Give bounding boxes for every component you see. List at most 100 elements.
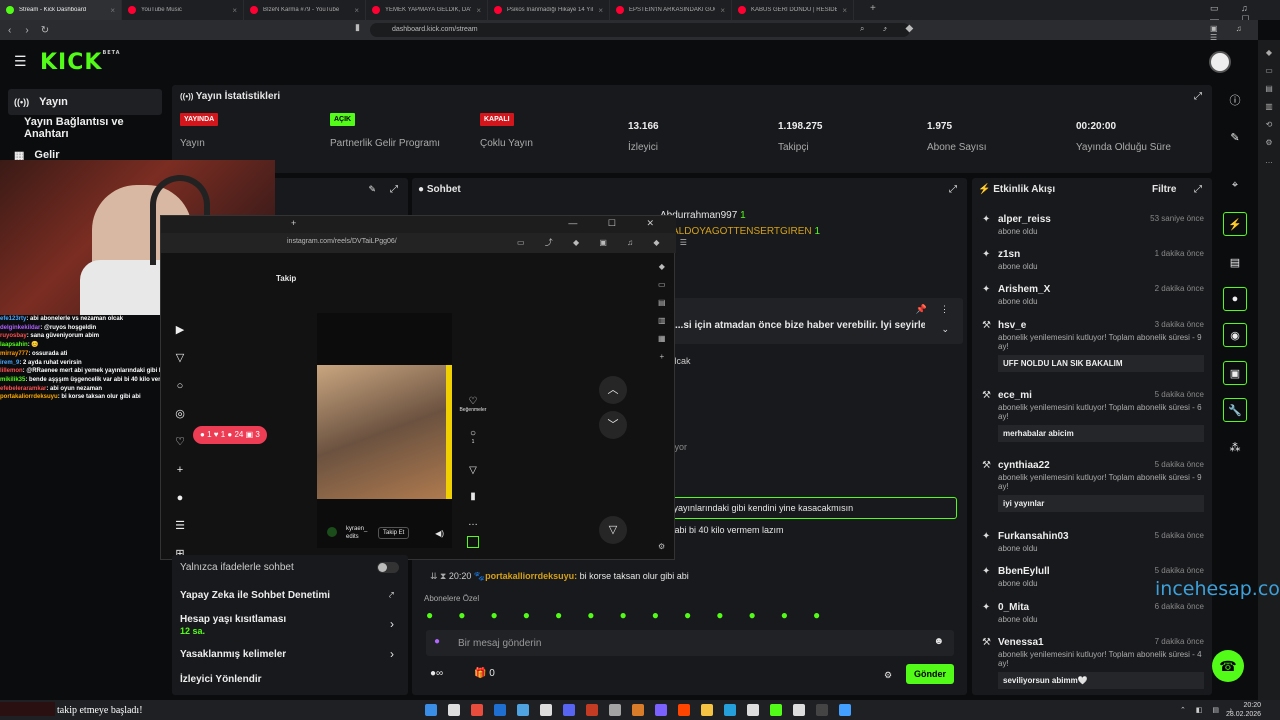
pin-icon[interactable]: 📌	[916, 304, 927, 315]
taskbar-app-icon[interactable]	[724, 704, 736, 716]
taskbar-app-icon[interactable]	[816, 704, 828, 716]
browser-tab[interactable]: EPSTEİN'İN ARKASINDAKİ GÜÇLER V... ×	[610, 0, 732, 20]
activity-item[interactable]: ✦ alper_reiss 53 saniye önce abone oldu	[982, 214, 1204, 236]
activity-item[interactable]: ✦ Furkansahin03 5 dakika önce abone oldu	[982, 531, 1204, 553]
insta-toolbar-icons[interactable]: ▭ ⤴ ◆ ▣ ♫ ◆ ☰	[517, 237, 696, 248]
close-icon[interactable]: ×	[110, 6, 115, 15]
popout-icon[interactable]: ⤢	[949, 184, 957, 195]
points-icon[interactable]: ●∞	[430, 668, 443, 679]
info-icon[interactable]: ⓘ	[1223, 88, 1247, 112]
send-icon[interactable]: ▽	[599, 516, 627, 544]
taskbar-app-icon[interactable]	[632, 704, 644, 716]
browser-tab[interactable]: Stream - Kick Dashboard ×	[0, 0, 122, 20]
reel-audio-icon[interactable]	[467, 536, 479, 548]
nav-stream[interactable]: ((•)) Yayın	[8, 89, 162, 115]
redirect-viewers-item[interactable]: İzleyici Yönlendir	[180, 674, 262, 685]
users-icon[interactable]: ⁂	[1223, 435, 1247, 459]
popout-icon[interactable]: ⤢	[390, 184, 398, 195]
close-icon[interactable]: ×	[354, 6, 359, 15]
share-icons[interactable]: ▽ ▮…	[457, 458, 489, 536]
pinned-message[interactable]: ...si için atmadan önce bize haber vereb…	[667, 298, 963, 344]
author-name[interactable]: kyraen_ edits	[346, 525, 374, 541]
side-panel-icons[interactable]: ◆ ▭ ▤ ▥ ⟲ ⚙…	[1258, 40, 1280, 170]
taskbar-app-icon[interactable]	[517, 704, 529, 716]
nav-connection[interactable]: Yayın Bağlantısı ve Anahtarı	[18, 115, 170, 141]
popout-icon[interactable]: ⤢	[1194, 91, 1202, 102]
activity-item[interactable]: ⚒ ece_mi 5 dakika önce abonelik yenilemesin…	[982, 390, 1204, 442]
external-link-icon[interactable]: ⤤	[389, 590, 394, 601]
close-icon[interactable]: ×	[476, 6, 481, 15]
taskbar-app-icon[interactable]	[563, 704, 575, 716]
url-field[interactable]: dashboard.kick.com/stream	[370, 23, 910, 37]
video-icon[interactable]: ▣	[1223, 361, 1247, 385]
close-icon[interactable]: ×	[232, 6, 237, 15]
reel-player[interactable]: kyraen_ edits Takip Et ◀)	[317, 313, 452, 548]
browser-tab[interactable]: BİzeN Karma #79 - YouTube ×	[244, 0, 366, 20]
forward-icon[interactable]: ›	[25, 25, 28, 36]
taskbar-app-icon[interactable]	[448, 704, 460, 716]
chat-user-2[interactable]: ALDOYAGOTTENSERTGIREN 1	[672, 226, 820, 237]
stat-multistream[interactable]: KAPALI Çoklu Yayın	[480, 113, 533, 149]
taskbar-app-icon[interactable]	[747, 704, 759, 716]
reload-icon[interactable]: ↻	[41, 25, 49, 36]
like-icon[interactable]: ♡ Beğenmeler	[457, 396, 489, 413]
activity-item[interactable]: ✦ z1sn 1 dakika önce abone oldu	[982, 249, 1204, 271]
clock[interactable]: 20:20 28.02.2026	[1226, 701, 1261, 719]
chevron-right-icon[interactable]: ›	[390, 647, 394, 661]
wrench-icon[interactable]: 🔧	[1223, 398, 1247, 422]
browser-tab[interactable]: YEMEK YAPMAYA GELDİK, DAYAK YE... ×	[366, 0, 488, 20]
close-icon[interactable]: ×	[720, 6, 725, 15]
menu-icon[interactable]: ☰	[14, 53, 27, 70]
activity-item[interactable]: ✦ Arishem_X 2 dakika önce abone oldu	[982, 284, 1204, 306]
close-icon[interactable]: ×	[598, 6, 603, 15]
browser-tab[interactable]: KÂBUS GERİ DÖNDÜ | RESIDENT EVI... ×	[732, 0, 854, 20]
volume-icon[interactable]: ◀)	[435, 529, 444, 538]
document-icon[interactable]: ▤	[1223, 250, 1247, 274]
taskbar-app-icon[interactable]	[655, 704, 667, 716]
browser-tab[interactable]: Psikos İnanmadığı Hikaye 14 Yıl Sonr... ×	[488, 0, 610, 20]
insta-sidebar-icons[interactable]: ▶ ▽ ○ ◎ ♡ + ● ☰ ⊞	[173, 316, 187, 568]
author-avatar[interactable]	[327, 527, 337, 537]
comment-icon[interactable]: ○ 1	[457, 428, 489, 445]
taskbar-app-icon[interactable]	[586, 704, 598, 716]
taskbar-app-icon[interactable]	[471, 704, 483, 716]
insta-url[interactable]: instagram.com/reels/DVTaiLPgg06/	[287, 238, 397, 245]
insta-follow-label[interactable]: Takip	[276, 274, 296, 283]
activity-item[interactable]: ✦ 0_Mita 6 dakika önce abone oldu	[982, 602, 1204, 624]
stat-partner[interactable]: AÇIK Partnerlik Gelir Programı	[330, 113, 440, 149]
more-icon[interactable]: ⋮	[940, 304, 949, 315]
taskbar-app-icon[interactable]	[770, 704, 782, 716]
gift-icon[interactable]: 🎁 0	[474, 668, 495, 679]
follow-button[interactable]: Takip Et	[378, 527, 410, 539]
taskbar-app-icon[interactable]	[793, 704, 805, 716]
address-actions[interactable]: ⌕ ⤴ ◆	[860, 24, 921, 34]
gear-icon[interactable]: ⚙	[658, 542, 665, 551]
chevron-right-icon[interactable]: ›	[390, 617, 394, 631]
taskbar-app-icon[interactable]	[425, 704, 437, 716]
account-age-item[interactable]: Hesap yaşı kısıtlaması	[180, 614, 286, 625]
edit-icon[interactable]: ✎	[1223, 125, 1247, 149]
chevron-down-icon[interactable]: ⌄	[941, 324, 949, 335]
gear-icon[interactable]: ⚙	[884, 670, 892, 681]
bookmark-icon[interactable]: ▮	[355, 22, 360, 33]
send-button[interactable]: Gönder	[906, 664, 954, 684]
taskbar-app-icon[interactable]	[494, 704, 506, 716]
filter-button[interactable]: Filtre	[1152, 184, 1176, 195]
taskbar-app-icon[interactable]	[609, 704, 621, 716]
bolt-icon[interactable]: ⚡	[1223, 212, 1247, 236]
message-input[interactable]: ● Bir mesaj gönderin ☻	[426, 630, 954, 656]
insta-notifications-badge[interactable]: ● 1 ♥ 1 ● 24 ▣ 3	[193, 426, 267, 444]
chevron-down-icon[interactable]: ﹀	[599, 411, 627, 439]
edit-icon[interactable]: ✎	[368, 184, 376, 195]
new-tab-button[interactable]: +	[291, 218, 296, 228]
taskbar-app-icon[interactable]	[839, 704, 851, 716]
camera-icon[interactable]: ⌖	[1223, 173, 1247, 197]
broadcast-icon[interactable]: ◉	[1223, 323, 1247, 347]
taskbar-app-icon[interactable]	[701, 704, 713, 716]
avatar[interactable]	[1209, 51, 1231, 73]
chevron-up-icon[interactable]: ︿	[599, 376, 627, 404]
mic-icon[interactable]: ●	[434, 636, 440, 647]
close-icon[interactable]: ×	[842, 6, 847, 15]
banned-words-item[interactable]: Yasaklanmış kelimeler	[180, 649, 286, 660]
popout-icon[interactable]: ⤢	[1194, 184, 1202, 195]
